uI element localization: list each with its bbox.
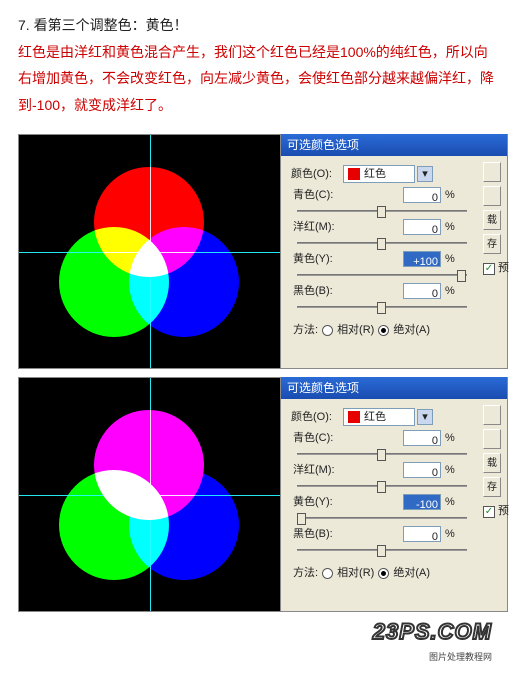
panel-titlebar: 可选颜色选项	[281, 134, 507, 156]
selective-color-panel-2: 可选颜色选项 颜色(O): 红色 ▾ 青色(C): 0 %	[281, 377, 508, 612]
percent-sign: %	[445, 492, 455, 513]
color-label: 颜色(O):	[291, 407, 343, 428]
slider-track[interactable]	[297, 270, 467, 280]
method-label: 方法:	[293, 320, 318, 341]
slider-label: 洋红(M):	[293, 460, 343, 481]
slider-cyan: 青色(C): 0 %	[281, 186, 507, 216]
color-swatch-icon	[348, 168, 360, 180]
side-buttons: 载 存 ✓ 预	[483, 405, 509, 522]
side-buttons: 载 存 ✓ 预	[483, 162, 509, 279]
slider-label: 黄色(Y):	[293, 492, 343, 513]
slider-yellow: 黄色(Y): -100 %	[281, 493, 507, 523]
percent-sign: %	[445, 217, 455, 238]
dropdown-button[interactable]: ▾	[417, 409, 433, 425]
panel-titlebar: 可选颜色选项	[281, 377, 507, 399]
save-button[interactable]: 存	[483, 477, 501, 497]
preview-checkbox-row: ✓ 预	[483, 501, 509, 522]
slider-track[interactable]	[297, 302, 467, 312]
preview-label: 预	[498, 258, 509, 279]
demo-1: 可选颜色选项 颜色(O): 红色 ▾ 青色(C): 0 %	[18, 134, 508, 369]
circle-red	[94, 167, 204, 277]
slider-value-input[interactable]: -100	[403, 494, 441, 510]
color-dropdown[interactable]: 红色	[343, 408, 415, 426]
slider-value-input[interactable]: 0	[403, 187, 441, 203]
color-label: 颜色(O):	[291, 164, 343, 185]
slider-magenta: 洋红(M): 0 %	[281, 218, 507, 248]
canvas-1	[18, 134, 281, 369]
slider-black: 黑色(B): 0 %	[281, 525, 507, 555]
slider-label: 青色(C):	[293, 185, 343, 206]
method-row: 方法: 相对(R) 绝对(A)	[281, 320, 507, 341]
slider-value-input[interactable]: 0	[403, 430, 441, 446]
radio-absolute-label: 绝对(A)	[393, 320, 430, 341]
radio-relative-label: 相对(R)	[337, 563, 374, 584]
slider-yellow: 黄色(Y): +100 %	[281, 250, 507, 280]
method-row: 方法: 相对(R) 绝对(A)	[281, 563, 507, 584]
cancel-button[interactable]	[483, 186, 501, 206]
radio-absolute-label: 绝对(A)	[393, 563, 430, 584]
slider-label: 青色(C):	[293, 428, 343, 449]
load-button[interactable]: 载	[483, 210, 501, 230]
footer: 23PS.COM 图片处理教程网	[18, 620, 508, 652]
slider-track[interactable]	[297, 238, 467, 248]
radio-relative[interactable]	[322, 568, 333, 579]
slider-cyan: 青色(C): 0 %	[281, 429, 507, 459]
preview-checkbox-row: ✓ 预	[483, 258, 509, 279]
watermark-brand: 23PS.COM	[373, 611, 492, 653]
selective-color-panel-1: 可选颜色选项 颜色(O): 红色 ▾ 青色(C): 0 %	[281, 134, 508, 369]
slider-value-input[interactable]: 0	[403, 219, 441, 235]
slider-label: 洋红(M):	[293, 217, 343, 238]
dropdown-button[interactable]: ▾	[417, 166, 433, 182]
color-selected: 红色	[364, 407, 410, 428]
slider-track[interactable]	[297, 449, 467, 459]
load-button[interactable]: 载	[483, 453, 501, 473]
watermark-subtitle: 图片处理教程网	[429, 649, 492, 666]
slider-track[interactable]	[297, 513, 467, 523]
circle-magenta	[94, 410, 204, 520]
preview-checkbox[interactable]: ✓	[483, 263, 495, 275]
slider-value-input[interactable]: +100	[403, 251, 441, 267]
percent-sign: %	[445, 281, 455, 302]
slider-track[interactable]	[297, 481, 467, 491]
color-selected: 红色	[364, 164, 410, 185]
percent-sign: %	[445, 249, 455, 270]
percent-sign: %	[445, 460, 455, 481]
color-dropdown[interactable]: 红色	[343, 165, 415, 183]
percent-sign: %	[445, 524, 455, 545]
slider-label: 黑色(B):	[293, 524, 343, 545]
slider-track[interactable]	[297, 206, 467, 216]
canvas-2	[18, 377, 281, 612]
radio-relative-label: 相对(R)	[337, 320, 374, 341]
circles-rgb	[59, 175, 239, 335]
slider-track[interactable]	[297, 545, 467, 555]
ok-button[interactable]	[483, 405, 501, 425]
save-button[interactable]: 存	[483, 234, 501, 254]
slider-label: 黄色(Y):	[293, 249, 343, 270]
chevron-down-icon: ▾	[422, 164, 428, 185]
slider-value-input[interactable]: 0	[403, 283, 441, 299]
slider-value-input[interactable]: 0	[403, 462, 441, 478]
ok-button[interactable]	[483, 162, 501, 182]
step-heading: 7. 看第三个调整色：黄色！	[18, 12, 496, 39]
method-label: 方法:	[293, 563, 318, 584]
slider-label: 黑色(B):	[293, 281, 343, 302]
circles-mgb	[59, 418, 239, 578]
explanation-paragraph: 红色是由洋红和黄色混合产生，我们这个红色已经是100%的纯红色，所以向右增加黄色…	[18, 39, 496, 119]
percent-sign: %	[445, 428, 455, 449]
demo-2: 可选颜色选项 颜色(O): 红色 ▾ 青色(C): 0 %	[18, 377, 508, 612]
radio-absolute[interactable]	[378, 568, 389, 579]
radio-relative[interactable]	[322, 325, 333, 336]
slider-magenta: 洋红(M): 0 %	[281, 461, 507, 491]
radio-absolute[interactable]	[378, 325, 389, 336]
cancel-button[interactable]	[483, 429, 501, 449]
chevron-down-icon: ▾	[422, 407, 428, 428]
slider-value-input[interactable]: 0	[403, 526, 441, 542]
color-swatch-icon	[348, 411, 360, 423]
percent-sign: %	[445, 185, 455, 206]
preview-label: 预	[498, 501, 509, 522]
preview-checkbox[interactable]: ✓	[483, 506, 495, 518]
slider-black: 黑色(B): 0 %	[281, 282, 507, 312]
